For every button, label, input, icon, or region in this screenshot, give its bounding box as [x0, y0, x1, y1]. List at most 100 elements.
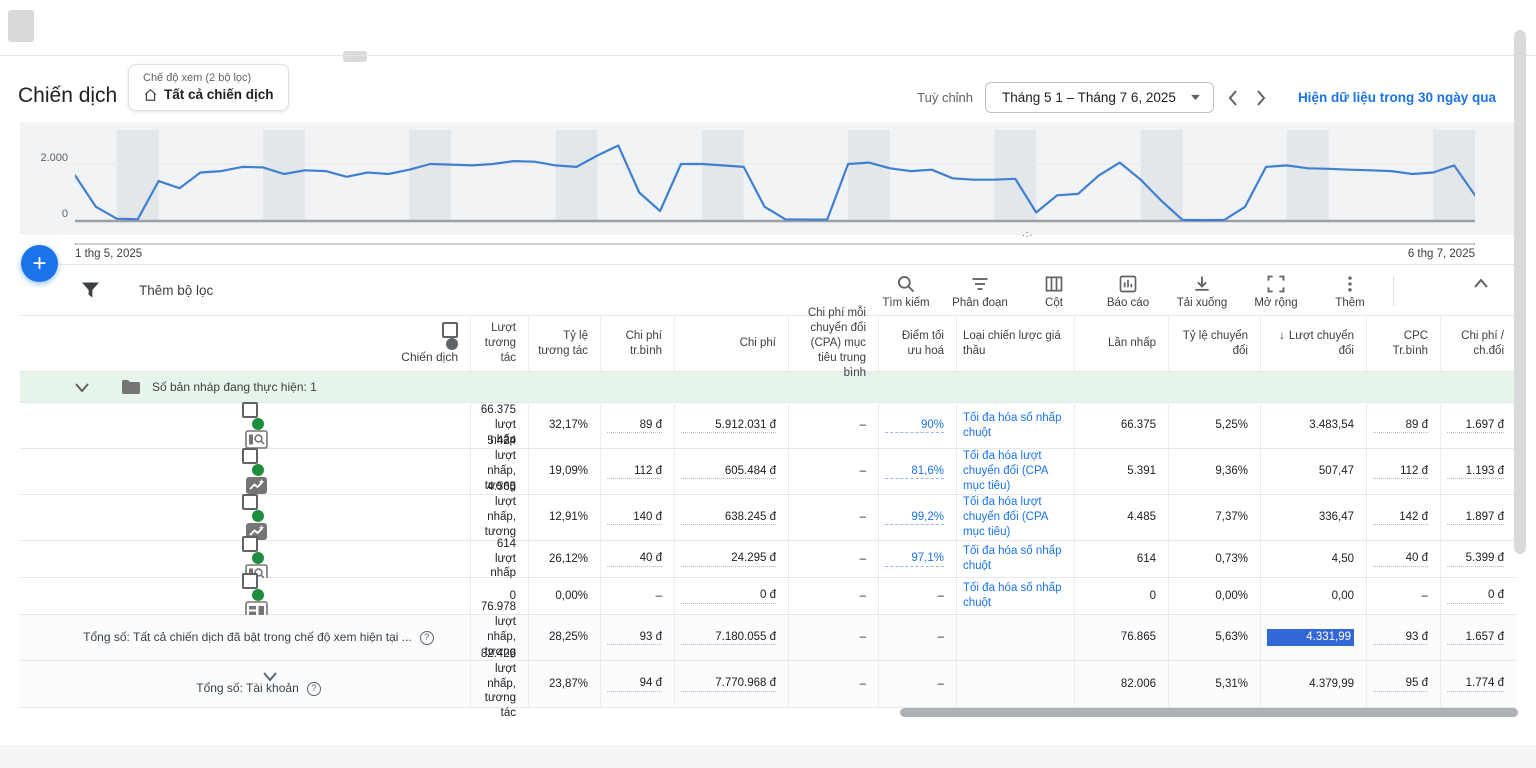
- next-period-button[interactable]: [1252, 90, 1270, 106]
- collapse-table-button[interactable]: [1474, 279, 1488, 288]
- cell-value[interactable]: Tối đa hóa số nhấp chuột: [963, 544, 1062, 574]
- search-campaign-icon: [245, 430, 268, 449]
- cell-value[interactable]: Tối đa hóa số nhấp chuột: [963, 411, 1062, 441]
- total-metric-cell: 1.657 đ: [1440, 615, 1516, 660]
- chart-resize-handle-icon[interactable]: ∙∶∙: [1022, 230, 1033, 241]
- cột-action[interactable]: Cột: [1017, 274, 1091, 309]
- new-campaign-button[interactable]: +: [21, 245, 58, 282]
- total-metric-cell: 1.774 đ: [1440, 661, 1516, 707]
- column-header-5[interactable]: Chi phí mỗi chuyển đổi (CPA) mục tiêu tr…: [788, 316, 878, 371]
- totals-row: Tổng số: Tài khoản?82.426 lượt nhấp, tươ…: [20, 661, 1516, 708]
- vertical-scrollbar[interactable]: [1514, 30, 1526, 554]
- x-axis-end-date: 6 thg 7, 2025: [1408, 248, 1475, 260]
- view-selector[interactable]: Chế độ xem (2 bộ lọc) Tất cả chiến dịch: [128, 64, 289, 111]
- cell-value[interactable]: Tối đa hóa lượt chuyển đổi (CPA mục tiêu…: [963, 449, 1062, 494]
- prev-period-button[interactable]: [1224, 90, 1242, 106]
- totals-row: Tổng số: Tất cả chiến dịch đã bật trong …: [20, 615, 1516, 661]
- metric-cell: 142 đ: [1366, 495, 1440, 540]
- campaign-row: 5.424 lượt nhấp, tương tác19,09%112 đ605…: [20, 449, 1516, 495]
- total-metric-cell: –: [788, 615, 878, 660]
- add-filter-button[interactable]: Thêm bộ lọc: [82, 282, 213, 298]
- row-checkbox[interactable]: [242, 494, 258, 510]
- column-header-9[interactable]: Tỷ lệ chuyển đổi: [1168, 316, 1260, 371]
- show-last-30-days-link[interactable]: Hiện dữ liệu trong 30 ngày qua: [1298, 90, 1496, 105]
- tải-xuống-action[interactable]: Tải xuống: [1165, 274, 1239, 309]
- column-header-label: Lượt tương tác: [477, 321, 516, 366]
- cell-value: 82.006: [1081, 677, 1156, 692]
- tìm-kiếm-action[interactable]: Tìm kiếm: [869, 274, 943, 309]
- column-header-8[interactable]: Lần nhấp: [1074, 316, 1168, 371]
- column-header-label: Chi phí / ch.đổi: [1447, 329, 1504, 359]
- status-filter-dot[interactable]: [446, 338, 458, 350]
- total-metric-cell: 93 đ: [600, 615, 674, 660]
- cell-value: 26,12%: [535, 552, 588, 567]
- performance-chart: 2.000 0 ∙∶∙ 1 thg 5, 2025 6 thg 7, 2025: [0, 122, 1536, 264]
- cell-value: 605.484 đ: [681, 464, 776, 480]
- horizontal-scrollbar[interactable]: [900, 708, 1518, 717]
- optimization-score-link[interactable]: 97,1%: [878, 541, 956, 577]
- cell-value[interactable]: Tối đa hóa lượt chuyển đổi (CPA mục tiêu…: [963, 495, 1062, 540]
- bid-strategy-link[interactable]: Tối đa hóa lượt chuyển đổi (CPA mục tiêu…: [956, 449, 1074, 494]
- row-checkbox[interactable]: [242, 536, 258, 552]
- campaign-status-dot[interactable]: [252, 552, 264, 564]
- bid-strategy-link[interactable]: Tối đa hóa lượt chuyển đổi (CPA mục tiêu…: [956, 495, 1074, 540]
- campaign-status-dot[interactable]: [252, 418, 264, 430]
- chevron-down-icon[interactable]: [263, 672, 277, 681]
- metric-cell: 140 đ: [600, 495, 674, 540]
- drafts-group-row[interactable]: Số bản nháp đang thực hiện: 1: [20, 372, 1516, 403]
- column-header-6[interactable]: Điểm tối ưu hoá: [878, 316, 956, 371]
- metric-cell: 0: [1074, 578, 1168, 614]
- phân-đoạn-action[interactable]: Phân đoạn: [943, 274, 1017, 309]
- report-icon: [1118, 274, 1138, 294]
- page-header: Chiến dịch Chế độ xem (2 bộ lọc) Tất cả …: [0, 62, 1536, 120]
- cell-value[interactable]: Tối đa hóa số nhấp chuột: [963, 581, 1062, 611]
- cell-value: 40 đ: [607, 551, 662, 567]
- mở-rộng-action[interactable]: Mở rộng: [1239, 274, 1313, 309]
- optimization-score-link[interactable]: 99,2%: [878, 495, 956, 540]
- campaign-column-header[interactable]: Chiến dịch: [401, 350, 458, 366]
- chart-timeline-slider[interactable]: [75, 243, 1475, 245]
- row-checkbox[interactable]: [242, 573, 258, 589]
- column-header-10[interactable]: ↓Lượt chuyển đổi: [1260, 316, 1366, 371]
- column-header-11[interactable]: CPC Tr.bình: [1366, 316, 1440, 371]
- cell-value[interactable]: 90%: [885, 418, 944, 434]
- column-header-2[interactable]: Tỷ lệ tương tác: [528, 316, 600, 371]
- metric-cell: 1.697 đ: [1440, 403, 1516, 448]
- column-header-3[interactable]: Chi phí tr.bình: [600, 316, 674, 371]
- metric-cell: 66.375: [1074, 403, 1168, 448]
- campaign-status-dot[interactable]: [252, 464, 264, 476]
- metric-cell: –: [788, 541, 878, 577]
- optimization-score-link[interactable]: 90%: [878, 403, 956, 448]
- select-all-checkbox[interactable]: [442, 322, 458, 338]
- bid-strategy-link[interactable]: Tối đa hóa số nhấp chuột: [956, 578, 1074, 614]
- campaign-status-dot[interactable]: [252, 589, 264, 601]
- total-metric-cell: 7.180.055 đ: [674, 615, 788, 660]
- total-metric-cell: 5,31%: [1168, 661, 1260, 707]
- bid-strategy-link[interactable]: Tối đa hóa số nhấp chuột: [956, 541, 1074, 577]
- cell-value: –: [795, 677, 866, 692]
- cell-value[interactable]: 81,6%: [885, 464, 944, 480]
- column-header-12[interactable]: Chi phí / ch.đổi: [1440, 316, 1516, 371]
- metric-cell: 0,00%: [1168, 578, 1260, 614]
- cell-value[interactable]: 99,2%: [885, 510, 944, 526]
- help-icon[interactable]: ?: [420, 631, 434, 645]
- column-header-1[interactable]: Lượt tương tác: [470, 316, 528, 371]
- row-checkbox[interactable]: [242, 402, 258, 418]
- campaign-status-dot[interactable]: [252, 510, 264, 522]
- bid-strategy-link[interactable]: Tối đa hóa số nhấp chuột: [956, 403, 1074, 448]
- cell-value: 5.912.031 đ: [681, 418, 776, 434]
- totals-label-cell: Tổng số: Tài khoản?: [20, 661, 470, 707]
- column-header-4[interactable]: Chi phí: [674, 316, 788, 371]
- thêm-action[interactable]: Thêm: [1313, 274, 1387, 309]
- cell-value[interactable]: 97,1%: [885, 551, 944, 567]
- help-icon[interactable]: ?: [307, 682, 321, 696]
- chevron-down-icon[interactable]: [75, 383, 89, 392]
- date-range-selector[interactable]: Tháng 5 1 – Tháng 7 6, 2025: [985, 82, 1214, 113]
- column-header-7[interactable]: Loại chiến lược giá thầu: [956, 316, 1074, 371]
- row-checkbox[interactable]: [242, 448, 258, 464]
- báo-cáo-action[interactable]: Báo cáo: [1091, 274, 1165, 309]
- cell-value: 4.331,99: [1267, 629, 1354, 646]
- metric-cell: 26,12%: [528, 541, 600, 577]
- metric-cell: –: [788, 495, 878, 540]
- optimization-score-link[interactable]: 81,6%: [878, 449, 956, 494]
